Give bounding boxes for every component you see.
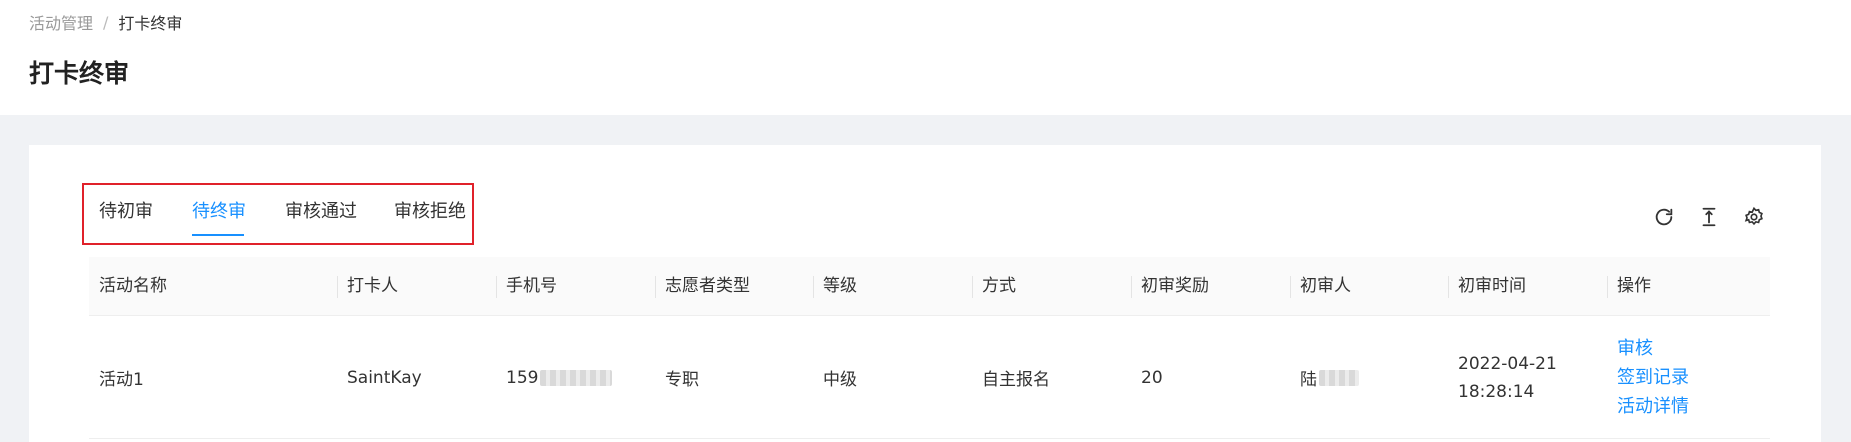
activity-details-link[interactable]: 活动详情 bbox=[1617, 392, 1689, 421]
tab-review-approved[interactable]: 审核通过 bbox=[285, 197, 357, 223]
table-header: 活动名称 打卡人 手机号 志愿者类型 等级 方式 初审奖励 初审人 初审时间 操… bbox=[89, 257, 1770, 316]
cell-actions: 审核 签到记录 活动详情 bbox=[1607, 316, 1770, 439]
column-header-reviewer: 初审人 bbox=[1290, 257, 1448, 316]
column-header-phone: 手机号 bbox=[496, 257, 655, 316]
column-header-actions: 操作 bbox=[1607, 257, 1770, 316]
page-header: 活动管理 / 打卡终审 打卡终审 bbox=[0, 0, 1851, 115]
breadcrumb: 活动管理 / 打卡终审 bbox=[29, 10, 182, 34]
data-table: 活动名称 打卡人 手机号 志愿者类型 等级 方式 初审奖励 初审人 初审时间 操… bbox=[89, 257, 1770, 442]
cell-reward: 20 bbox=[1141, 367, 1163, 388]
table-row: 活动1 SaintKay 159 专职 中级 自主报名 20 陆 2022-04… bbox=[89, 316, 1770, 439]
column-header-volunteer-type: 志愿者类型 bbox=[655, 257, 813, 316]
breadcrumb-current: 打卡终审 bbox=[118, 14, 183, 33]
redacted-phone-digits bbox=[540, 369, 613, 386]
column-header-method: 方式 bbox=[972, 257, 1131, 316]
page-title: 打卡终审 bbox=[29, 59, 130, 88]
column-header-reward: 初审奖励 bbox=[1131, 257, 1290, 316]
content-card: 待初审 待终审 审核通过 审核拒绝 活动名称 打卡人 手机号 志愿者类型 等级 … bbox=[29, 145, 1821, 442]
cell-review-time: 2022-04-21 18:28:14 bbox=[1448, 316, 1607, 439]
cell-phone: 159 bbox=[496, 316, 655, 439]
column-header-activity: 活动名称 bbox=[99, 276, 167, 296]
tab-pending-final-review[interactable]: 待终审 bbox=[192, 197, 246, 223]
breadcrumb-parent[interactable]: 活动管理 bbox=[29, 10, 93, 34]
cell-reviewer: 陆 bbox=[1290, 316, 1448, 439]
phone-prefix: 159 bbox=[506, 367, 539, 388]
breadcrumb-separator: / bbox=[103, 12, 109, 32]
reviewer-prefix: 陆 bbox=[1300, 370, 1317, 390]
cell-activity: 活动1 bbox=[99, 370, 144, 390]
cell-checker: SaintKay bbox=[347, 367, 422, 388]
refresh-icon[interactable] bbox=[1652, 205, 1676, 229]
column-header-level: 等级 bbox=[813, 257, 972, 316]
review-link[interactable]: 审核 bbox=[1617, 334, 1653, 363]
checkin-records-link[interactable]: 签到记录 bbox=[1617, 363, 1689, 392]
redacted-reviewer-name bbox=[1319, 369, 1359, 386]
column-header-checker: 打卡人 bbox=[337, 257, 496, 316]
review-date: 2022-04-21 bbox=[1458, 353, 1557, 374]
cell-method: 自主报名 bbox=[982, 370, 1050, 390]
cell-volunteer-type: 专职 bbox=[665, 370, 699, 390]
column-header-review-time: 初审时间 bbox=[1448, 257, 1607, 316]
active-tab-indicator bbox=[192, 234, 244, 236]
column-height-icon[interactable] bbox=[1697, 205, 1721, 229]
cell-level: 中级 bbox=[823, 370, 857, 390]
settings-icon[interactable] bbox=[1742, 205, 1766, 229]
review-clock-time: 18:28:14 bbox=[1458, 381, 1535, 402]
tab-pending-first-review[interactable]: 待初审 bbox=[99, 197, 153, 223]
tab-review-rejected[interactable]: 审核拒绝 bbox=[394, 197, 466, 223]
